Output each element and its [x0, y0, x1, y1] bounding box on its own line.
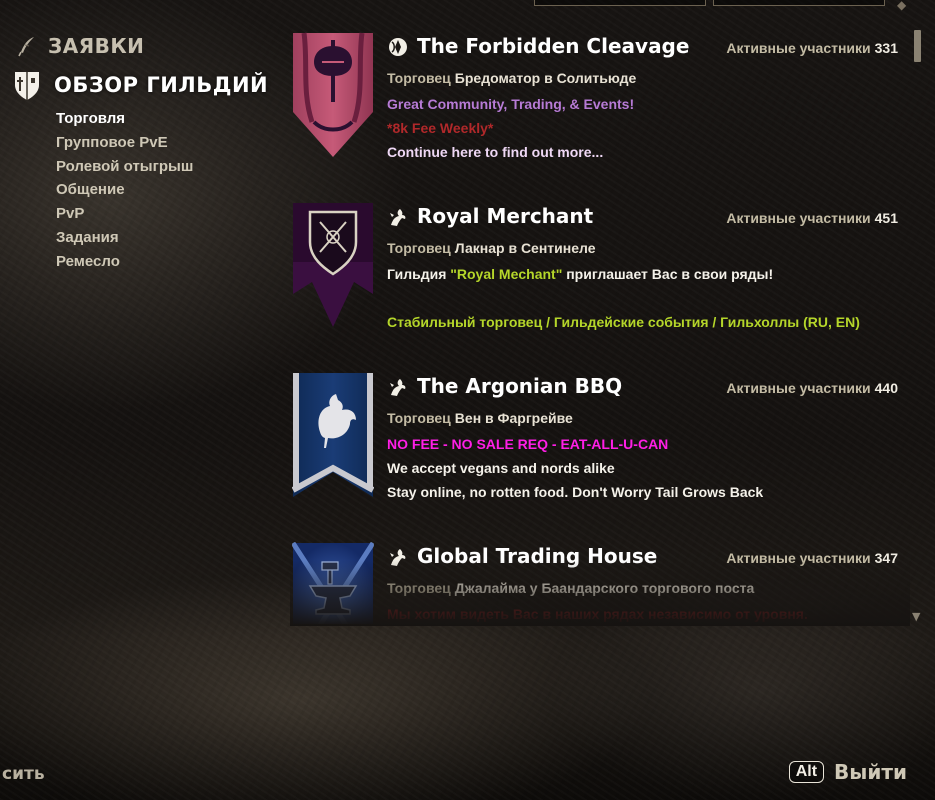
category-quests[interactable]: Задания [56, 226, 193, 250]
active-members-label: Активные участники [726, 210, 871, 226]
trader-location: Бредоматор в Солитьюде [454, 70, 637, 86]
top-field-left[interactable] [534, 0, 706, 6]
active-members: Активные участники 347 [726, 550, 898, 566]
guild-name-highlight: "Royal Mechant" [450, 266, 563, 282]
guild-description-line: *8k Fee Weekly* [387, 120, 494, 136]
trader-location: Лакнар в Сентинеле [454, 240, 596, 256]
daggerfall-covenant-icon [389, 38, 407, 56]
category-crafting[interactable]: Ремесло [56, 250, 193, 274]
guild-banner-crest-icon [293, 203, 373, 327]
active-members-count: 440 [874, 380, 898, 396]
guild-name-text: The Forbidden Cleavage [417, 34, 690, 58]
aldmeri-dominion-icon [390, 209, 406, 226]
category-pvp[interactable]: PvP [56, 202, 193, 226]
guild-name-text: The Argonian BBQ [417, 374, 623, 398]
guild-entry[interactable]: The Forbidden Cleavage Активные участник… [290, 30, 910, 200]
trader-location: Джалайма у Баандарского торгового поста [454, 580, 755, 596]
trader-label: Торговец [387, 580, 451, 596]
exit-action[interactable]: Alt Выйти [788, 760, 907, 784]
nav-browse-guilds[interactable]: ОБЗОР ГИЛЬДИЙ [10, 68, 268, 102]
active-members-label: Активные участники [726, 40, 871, 56]
nav-applications[interactable]: ЗАЯВКИ [16, 34, 144, 58]
guild-name[interactable]: The Argonian BBQ [387, 374, 622, 398]
guild-list: The Forbidden Cleavage Активные участник… [290, 30, 910, 624]
guild-trader: Торговец Бредоматор в Солитьюде [387, 70, 636, 86]
guild-trader: Торговец Вен в Фаргрейве [387, 410, 573, 426]
guild-trader: Торговец Лакнар в Сентинеле [387, 240, 596, 256]
aldmeri-dominion-icon [390, 379, 406, 396]
guild-description-line: Мы хотим видеть Вас в наших рядах незави… [387, 606, 808, 622]
guild-entry[interactable]: Global Trading House Активные участники 3… [290, 540, 910, 624]
guild-banner-anvil-icon [292, 542, 374, 624]
category-group-pve[interactable]: Групповое PvE [56, 131, 193, 155]
guild-trader: Торговец Джалайма у Баандарского торговог… [387, 580, 754, 596]
guild-name[interactable]: Global Trading House [387, 544, 657, 568]
quill-icon [18, 37, 34, 57]
category-list: Торговля Групповое PvE Ролевой отыгрыш О… [56, 107, 193, 274]
trader-label: Торговец [387, 240, 451, 256]
guild-description-line: Great Community, Trading, & Events! [387, 96, 635, 112]
category-trading[interactable]: Торговля [56, 107, 193, 131]
active-members-count: 451 [874, 210, 898, 226]
active-members-label: Активные участники [726, 550, 871, 566]
nav-applications-label: ЗАЯВКИ [48, 34, 145, 58]
guild-name[interactable]: The Forbidden Cleavage [387, 34, 689, 58]
guild-description-line: Стабильный торговец / Гильдейские событи… [387, 314, 860, 330]
trader-location: Вен в Фаргрейве [454, 410, 573, 426]
chevron-down-icon[interactable]: ◆ [897, 0, 906, 12]
guild-shield-icon [10, 68, 44, 102]
guild-entry[interactable]: Royal Merchant Активные участники 451 Тор… [290, 200, 910, 370]
scroll-down-arrow-icon[interactable]: ▼ [912, 610, 920, 623]
guild-name-text: Global Trading House [417, 544, 658, 568]
trader-label: Торговец [387, 70, 451, 86]
guild-description-line: Stay online, no rotten food. Don't Worry… [387, 484, 764, 500]
trader-label: Торговец [387, 410, 451, 426]
category-roleplay[interactable]: Ролевой отыгрыш [56, 155, 193, 179]
scrollbar-thumb[interactable] [914, 30, 921, 62]
active-members-count: 347 [874, 550, 898, 566]
alt-key-icon: Alt [788, 761, 825, 783]
active-members-count: 331 [874, 40, 898, 56]
category-social[interactable]: Общение [56, 178, 193, 202]
guild-description-line: NO FEE - NO SALE REQ - EAT-ALL-U-CAN [387, 436, 669, 452]
guild-description-line: Continue here to find out more... [387, 144, 604, 160]
guild-banner-rooster-icon [292, 373, 374, 497]
exit-label: Выйти [834, 760, 907, 784]
active-members: Активные участники 331 [726, 40, 898, 56]
guild-name-text: Royal Merchant [417, 204, 594, 228]
guild-name[interactable]: Royal Merchant [387, 204, 593, 228]
bottom-left-action[interactable]: сить [2, 764, 45, 784]
guild-entry[interactable]: The Argonian BBQ Активные участники 440 Т… [290, 370, 910, 540]
description-text: Гильдия [387, 266, 451, 282]
active-members: Активные участники 440 [726, 380, 898, 396]
guild-description-line: Гильдия "Royal Mechant" приглашает Вас в… [387, 266, 773, 282]
guild-banner-axe-icon [293, 32, 373, 157]
description-text: приглашает Вас в свои ряды! [562, 266, 774, 282]
nav-browse-guilds-label: ОБЗОР ГИЛЬДИЙ [54, 73, 269, 97]
guild-description-line: We accept vegans and nords alike [387, 460, 615, 476]
aldmeri-dominion-icon [390, 549, 406, 566]
top-field-right[interactable] [713, 0, 885, 6]
active-members: Активные участники 451 [726, 210, 898, 226]
active-members-label: Активные участники [726, 380, 871, 396]
